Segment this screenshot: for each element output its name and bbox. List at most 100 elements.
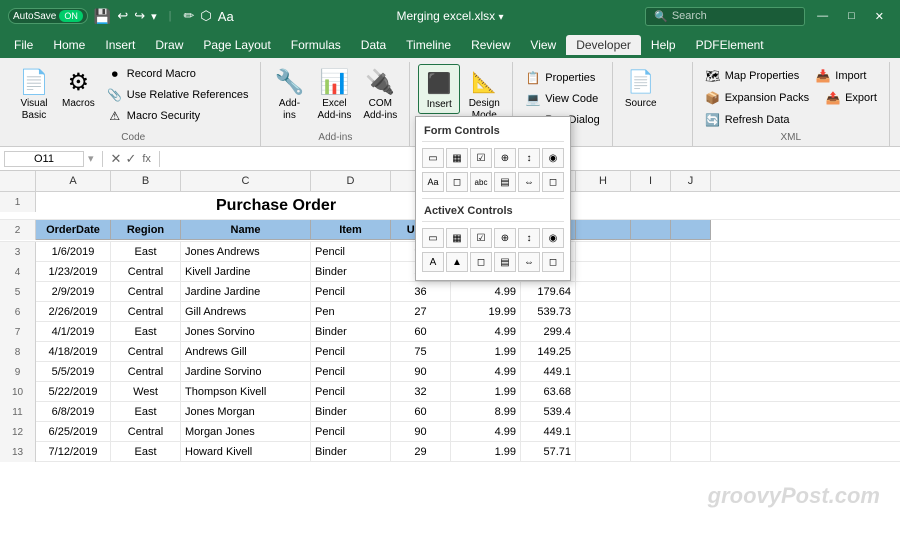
col-header-d[interactable]: D (311, 171, 391, 191)
table-cell[interactable]: 449.1 (521, 422, 576, 442)
table-cell[interactable]: 57.71 (521, 442, 576, 462)
table-cell[interactable]: Jones Morgan (181, 402, 311, 422)
table-cell[interactable]: 90 (391, 362, 451, 382)
macros-button[interactable]: ⚙ Macros (58, 64, 99, 112)
table-cell[interactable]: Jones Sorvino (181, 322, 311, 342)
activex-label-icon[interactable]: A (422, 252, 444, 272)
form-listbox-icon[interactable]: ▤ (494, 172, 516, 192)
table-cell[interactable]: Binder (311, 322, 391, 342)
table-cell[interactable]: 60 (391, 322, 451, 342)
menu-formulas[interactable]: Formulas (281, 35, 351, 55)
activex-spinner-icon[interactable]: ⊕ (494, 228, 516, 248)
activex-image-icon[interactable]: ▲ (446, 252, 468, 272)
map-properties-button[interactable]: 🗺 Map Properties (701, 66, 804, 86)
table-cell[interactable]: 60 (391, 402, 451, 422)
minimize-button[interactable]: — (809, 8, 836, 24)
table-cell[interactable]: Gill Andrews (181, 302, 311, 322)
menu-help[interactable]: Help (641, 35, 686, 55)
refresh-data-button[interactable]: 🔄 Refresh Data (701, 110, 794, 130)
header-orderdate[interactable]: OrderDate (36, 220, 111, 240)
activex-extra-icon[interactable]: ◻ (542, 252, 564, 272)
menu-page-layout[interactable]: Page Layout (193, 35, 280, 55)
table-cell[interactable]: 90 (391, 422, 451, 442)
table-cell[interactable]: East (111, 402, 181, 422)
undo-icon[interactable]: ↩ (117, 8, 128, 24)
form-extra-icon[interactable]: ◻ (542, 172, 564, 192)
table-cell[interactable]: 5/5/2019 (36, 362, 111, 382)
header-region[interactable]: Region (111, 220, 181, 240)
table-cell[interactable]: 7/12/2019 (36, 442, 111, 462)
close-button[interactable]: ✕ (867, 8, 892, 25)
table-cell[interactable]: 4.99 (451, 362, 521, 382)
activex-toggle-icon[interactable]: ◻ (470, 252, 492, 272)
table-cell[interactable]: Pencil (311, 362, 391, 382)
col-header-j[interactable]: J (671, 171, 711, 191)
source-button[interactable]: 📄 Source (621, 64, 661, 112)
table-cell[interactable]: Pen (311, 302, 391, 322)
menu-timeline[interactable]: Timeline (396, 35, 461, 55)
menu-insert[interactable]: Insert (95, 35, 145, 55)
form-radio-icon[interactable]: ◉ (542, 148, 564, 168)
table-cell[interactable]: Andrews Gill (181, 342, 311, 362)
menu-developer[interactable]: Developer (566, 35, 641, 55)
table-cell[interactable]: Central (111, 262, 181, 282)
form-scrollbar-icon[interactable]: ↕ (518, 148, 540, 168)
table-cell[interactable]: 27 (391, 302, 451, 322)
table-cell[interactable]: Morgan Jones (181, 422, 311, 442)
table-cell[interactable]: 4/1/2019 (36, 322, 111, 342)
table-cell[interactable]: Pencil (311, 242, 391, 262)
table-cell[interactable]: 1.99 (451, 442, 521, 462)
table-cell[interactable]: Pencil (311, 282, 391, 302)
table-cell[interactable]: 149.25 (521, 342, 576, 362)
form-checkbox-icon[interactable]: ☑ (470, 148, 492, 168)
table-cell[interactable]: Thompson Kivell (181, 382, 311, 402)
function-icon[interactable]: fx (142, 153, 151, 165)
menu-data[interactable]: Data (351, 35, 396, 55)
view-code-button[interactable]: 💻 View Code (521, 89, 603, 109)
activex-radio-icon[interactable]: ◉ (542, 228, 564, 248)
macro-security-button[interactable]: ⚠ Macro Security (103, 106, 253, 126)
menu-file[interactable]: File (4, 35, 43, 55)
table-cell[interactable]: 29 (391, 442, 451, 462)
form-combo-icon[interactable]: ▦ (446, 148, 468, 168)
import-button[interactable]: 📥 Import (811, 66, 870, 86)
col-header-a[interactable]: A (36, 171, 111, 191)
table-cell[interactable]: East (111, 442, 181, 462)
table-cell[interactable]: 8.99 (451, 402, 521, 422)
table-cell[interactable]: Binder (311, 402, 391, 422)
table-cell[interactable]: Jones Andrews (181, 242, 311, 262)
table-cell[interactable]: 36 (391, 282, 451, 302)
table-cell[interactable]: Central (111, 342, 181, 362)
col-header-i[interactable]: I (631, 171, 671, 191)
table-cell[interactable]: West (111, 382, 181, 402)
form-slider-icon[interactable]: ⇔ (518, 172, 540, 192)
table-cell[interactable]: Central (111, 422, 181, 442)
form-group-icon[interactable]: ◻ (446, 172, 468, 192)
table-cell[interactable]: Central (111, 282, 181, 302)
form-label-icon[interactable]: Aa (422, 172, 444, 192)
table-cell[interactable]: 1/6/2019 (36, 242, 111, 262)
table-cell[interactable]: 5/22/2019 (36, 382, 111, 402)
table-cell[interactable]: 1.99 (451, 342, 521, 362)
activex-tabstrip-icon[interactable]: ⇔ (518, 252, 540, 272)
table-cell[interactable]: Jardine Sorvino (181, 362, 311, 382)
col-header-b[interactable]: B (111, 171, 181, 191)
menu-home[interactable]: Home (43, 35, 95, 55)
form-spinner-icon[interactable]: ⊕ (494, 148, 516, 168)
table-cell[interactable]: Central (111, 302, 181, 322)
table-cell[interactable]: 2/26/2019 (36, 302, 111, 322)
expansion-packs-button[interactable]: 📦 Expansion Packs (701, 88, 813, 108)
col-header-h[interactable]: H (576, 171, 631, 191)
com-addins-button[interactable]: 🔌 COMAdd-ins (359, 64, 401, 124)
excel-addins-button[interactable]: 📊 ExcelAdd-ins (313, 64, 355, 124)
activex-listbox-icon[interactable]: ▤ (494, 252, 516, 272)
table-cell[interactable]: 4.99 (451, 282, 521, 302)
table-cell[interactable]: Pencil (311, 422, 391, 442)
col-header-c[interactable]: C (181, 171, 311, 191)
relative-references-button[interactable]: 📎 Use Relative References (103, 85, 253, 105)
table-cell[interactable]: 2/9/2019 (36, 282, 111, 302)
table-cell[interactable]: 6/25/2019 (36, 422, 111, 442)
table-cell[interactable]: 449.1 (521, 362, 576, 382)
table-cell[interactable]: 6/8/2019 (36, 402, 111, 422)
table-cell[interactable]: 19.99 (451, 302, 521, 322)
